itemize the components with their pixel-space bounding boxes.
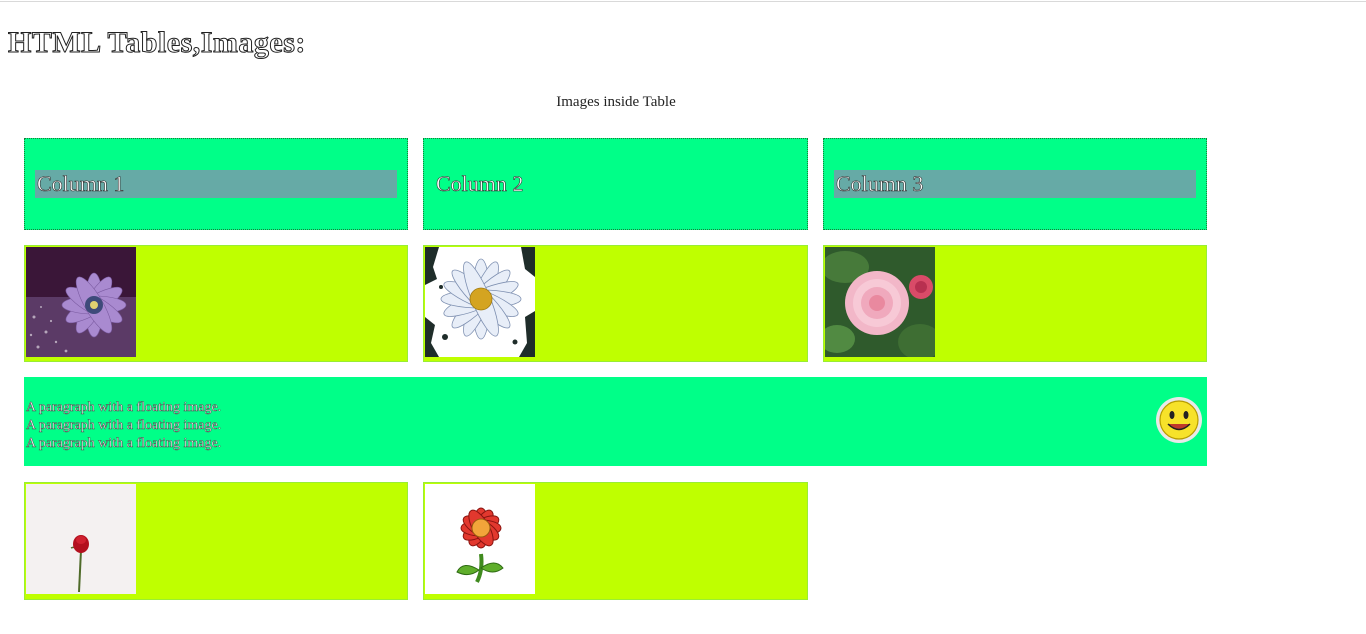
paragraph-line-2: A paragraph with a floating image. <box>26 418 222 434</box>
pink-camellia-icon <box>825 247 935 357</box>
table-cell-r3c2 <box>423 482 808 600</box>
top-divider <box>0 1 1366 2</box>
paragraph-line-3: A paragraph with a floating image. <box>26 436 222 452</box>
page-title: HTML Tables,Images: <box>8 26 306 60</box>
red-flower-icon <box>425 484 535 594</box>
table-cell-r1c3 <box>823 245 1207 362</box>
purple-daisy-icon <box>26 247 136 357</box>
header-cell-1: Column 1 <box>24 138 408 230</box>
table-cell-r1c2 <box>423 245 808 362</box>
table-cell-r3c1 <box>24 482 408 600</box>
floating-paragraph: A paragraph with a floating image. A par… <box>26 399 222 453</box>
floating-paragraph-cell: A paragraph with a floating image. A par… <box>24 377 1207 466</box>
smiley-face-icon <box>1154 395 1204 445</box>
white-daisy-icon <box>425 247 535 357</box>
header-label-1: Column 1 <box>35 170 397 198</box>
table-caption: Images inside Table <box>556 94 676 110</box>
header-cell-3: Column 3 <box>823 138 1207 230</box>
header-label-3: Column 3 <box>834 170 1196 198</box>
header-label-2: Column 2 <box>436 171 524 197</box>
red-rose-icon <box>26 484 136 594</box>
paragraph-line-1: A paragraph with a floating image. <box>26 400 222 416</box>
header-cell-2: Column 2 <box>423 138 808 230</box>
table-cell-r1c1 <box>24 245 408 362</box>
